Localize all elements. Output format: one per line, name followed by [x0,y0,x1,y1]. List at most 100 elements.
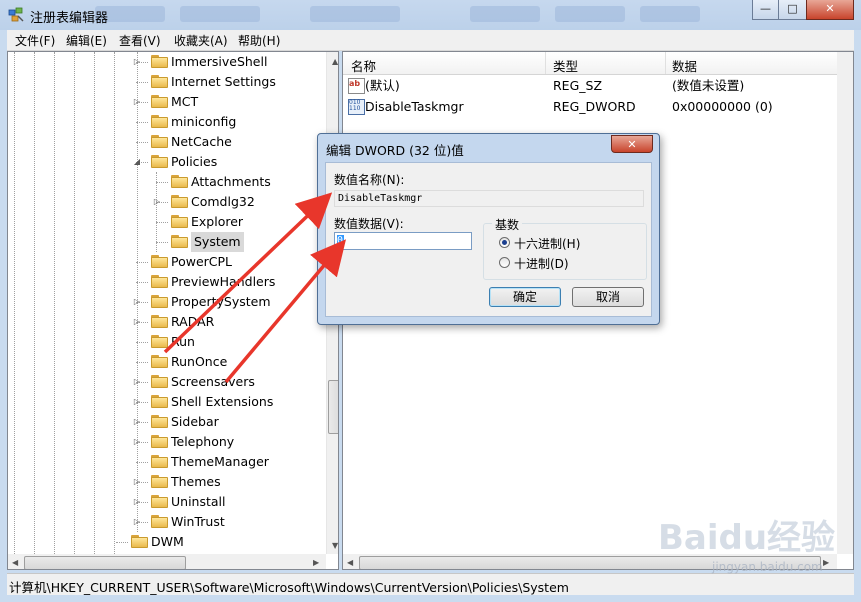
key-tree[interactable]: ▷ ImmersiveShell Internet Settings ▷ MCT mini… [7,51,339,570]
tree-item[interactable]: PreviewHandlers [8,272,326,292]
folder-icon [151,155,168,168]
tree-item[interactable]: ▷ WinTrust [8,512,326,532]
folder-icon [151,355,168,368]
tree-hscroll-thumb[interactable] [24,556,186,569]
tree-item[interactable]: ThemeManager [8,452,326,472]
folder-icon [151,335,168,348]
menu-file[interactable]: 文件(F) [15,32,55,49]
folder-icon [151,455,168,468]
expand-arrow-icon[interactable]: ▷ [132,432,142,452]
expand-arrow-icon[interactable]: ▷ [132,312,142,332]
tree-item[interactable]: ▷ Themes [8,472,326,492]
decimal-radio-label[interactable]: 十进制(D) [514,255,569,272]
tree-item[interactable]: ◢ Policies [8,152,326,172]
collapse-arrow-icon[interactable]: ◢ [132,152,142,172]
tree-item[interactable]: ▷ MCT [8,92,326,112]
tree-item[interactable]: ▷ Sidebar [8,412,326,432]
ok-button[interactable]: 确定 [489,287,561,307]
tree-item-label: Themes [171,474,221,489]
folder-icon [131,535,148,548]
tree-item[interactable]: ▷ Uninstall [8,492,326,512]
expand-arrow-icon[interactable]: ▷ [132,92,142,112]
maximize-button[interactable]: □ [778,0,807,20]
tree-connector [116,542,128,543]
tree-item[interactable]: miniconfig [8,112,326,132]
tree-item-label: Attachments [191,174,271,189]
tree-connector [136,142,148,143]
expand-arrow-icon[interactable]: ▷ [132,512,142,532]
scroll-left-arrow-icon[interactable]: ◀ [347,558,353,567]
folder-icon [171,235,188,248]
tree-item[interactable]: ▷ Screensavers [8,372,326,392]
expand-arrow-icon[interactable]: ▷ [132,412,142,432]
list-row[interactable]: ab (默认) REG_SZ (数值未设置) [343,76,837,96]
tree-item[interactable]: Internet Settings [8,72,326,92]
tree-item[interactable]: ▷ Comdlg32 [8,192,326,212]
list-vertical-scrollbar[interactable] [837,52,853,554]
blurred-taskbar-item [640,6,700,22]
tree-item[interactable]: ▷ Telephony [8,432,326,452]
tree-item[interactable]: ▷ ImmersiveShell [8,52,326,72]
column-header-type[interactable]: 类型 [553,56,578,75]
expand-arrow-icon[interactable]: ▷ [152,192,162,212]
tree-scroll-thumb[interactable] [328,380,338,434]
folder-icon [171,215,188,228]
value-type: REG_DWORD [553,99,636,114]
menu-edit[interactable]: 编辑(E) [66,32,107,49]
title-bar[interactable]: 注册表编辑器 — □ ✕ [0,0,861,30]
list-row[interactable]: 010 110 DisableTaskmgr REG_DWORD 0x000000… [343,97,837,117]
expand-arrow-icon[interactable]: ▷ [132,492,142,512]
tree-item[interactable]: RunOnce [8,352,326,372]
tree-item[interactable]: PowerCPL [8,252,326,272]
folder-icon [171,195,188,208]
value-data: (数值未设置) [672,78,745,93]
folder-icon [151,115,168,128]
tree-item[interactable]: ▷ PropertySystem [8,292,326,312]
tree-item[interactable]: ▷ RADAR [8,312,326,332]
tree-connector [136,362,148,363]
scroll-down-arrow-icon[interactable]: ▼ [332,541,338,550]
scroll-right-arrow-icon[interactable]: ▶ [823,558,829,567]
column-divider[interactable] [545,52,546,74]
expand-arrow-icon[interactable]: ▷ [132,392,142,412]
hex-radio-label[interactable]: 十六进制(H) [514,235,580,252]
cancel-button[interactable]: 取消 [572,287,644,307]
minimize-button[interactable]: — [752,0,779,20]
tree-item-label: Run [171,334,195,349]
hex-radio[interactable] [499,237,510,248]
tree-horizontal-scrollbar[interactable]: ◀ ▶ [8,554,326,569]
expand-arrow-icon[interactable]: ▷ [132,472,142,492]
value-data-input[interactable]: 0 [334,232,472,250]
folder-icon [151,295,168,308]
value-data-label: 数值数据(V): [334,217,404,231]
expand-arrow-icon[interactable]: ▷ [132,372,142,392]
tree-item[interactable]: System [8,232,326,252]
tree-item-label: Explorer [191,214,244,229]
decimal-radio[interactable] [499,257,510,268]
scroll-left-arrow-icon[interactable]: ◀ [12,558,18,567]
value-name: (默认) [365,78,400,93]
tree-item[interactable]: NetCache [8,132,326,152]
column-header-data[interactable]: 数据 [672,56,697,75]
selected-value-text: 0 [337,235,344,247]
tree-item[interactable]: DWM [8,532,326,552]
dialog-close-button[interactable]: ✕ [611,135,653,153]
tree-item[interactable]: ▷ Shell Extensions [8,392,326,412]
menu-favorites[interactable]: 收藏夹(A) [174,32,228,49]
menu-help[interactable]: 帮助(H) [238,32,280,49]
menu-view[interactable]: 查看(V) [119,32,161,49]
scroll-up-arrow-icon[interactable]: ▲ [332,57,338,66]
folder-icon [151,375,168,388]
expand-arrow-icon[interactable]: ▷ [132,292,142,312]
tree-item[interactable]: Explorer [8,212,326,232]
tree-item[interactable]: Attachments [8,172,326,192]
value-name: DisableTaskmgr [365,99,464,114]
scroll-right-arrow-icon[interactable]: ▶ [313,558,319,567]
dialog-body: 数值名称(N): DisableTaskmgr 数值数据(V): 0 基数 十六… [325,162,652,317]
close-button[interactable]: ✕ [806,0,854,20]
column-header-name[interactable]: 名称 [351,56,376,75]
column-divider[interactable] [665,52,666,74]
expand-arrow-icon[interactable]: ▷ [132,52,142,72]
tree-item[interactable]: Run [8,332,326,352]
tree-connector [136,262,148,263]
